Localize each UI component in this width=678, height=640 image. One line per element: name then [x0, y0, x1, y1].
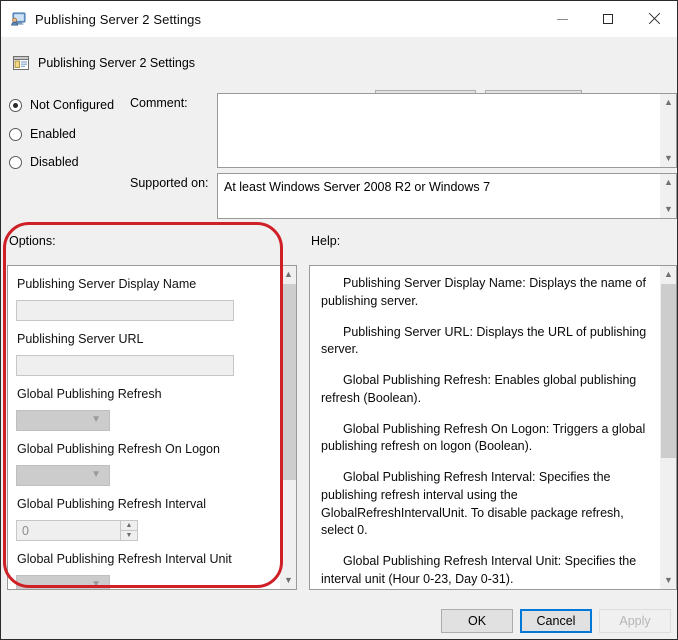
option-label-global-refresh-logon: Global Publishing Refresh On Logon: [17, 442, 220, 456]
help-text: Publishing Server Display Name: Displays…: [310, 266, 659, 589]
global-publishing-refresh-on-logon-combo[interactable]: ▼: [16, 465, 110, 486]
option-label-refresh-interval-unit: Global Publishing Refresh Interval Unit: [17, 552, 232, 566]
help-paragraph: Global Publishing Refresh On Logon: Trig…: [321, 421, 647, 457]
global-publishing-refresh-interval-unit-combo[interactable]: ▼: [16, 575, 110, 589]
maximize-button[interactable]: [585, 1, 631, 37]
spinner-buttons[interactable]: ▲ ▼: [120, 521, 137, 540]
help-scroll-thumb[interactable]: [661, 284, 676, 458]
chevron-up-icon[interactable]: ▲: [660, 266, 677, 283]
radio-not-configured-label: Not Configured: [30, 98, 114, 112]
chevron-down-icon: ▼: [91, 415, 101, 425]
radio-disabled-mark: [9, 156, 22, 169]
option-label-global-refresh: Global Publishing Refresh: [17, 387, 162, 401]
spinner-down-icon[interactable]: ▼: [121, 531, 137, 540]
caption-buttons: [539, 1, 677, 37]
comment-textarea[interactable]: ▲ ▼: [217, 93, 677, 168]
option-label-display-name: Publishing Server Display Name: [17, 277, 196, 291]
chevron-down-icon: ▼: [91, 470, 101, 480]
help-pane-inner: Publishing Server Display Name: Displays…: [310, 266, 659, 589]
comment-scrollbar[interactable]: ▲ ▼: [659, 94, 676, 167]
help-pane: Publishing Server Display Name: Displays…: [309, 265, 677, 590]
radio-not-configured[interactable]: Not Configured: [9, 98, 114, 112]
cancel-button[interactable]: Cancel: [520, 609, 592, 633]
chevron-down-icon[interactable]: ▼: [660, 572, 677, 589]
options-pane: Publishing Server Display Name Publishin…: [7, 265, 297, 590]
chevron-up-icon[interactable]: ▲: [660, 174, 677, 191]
help-paragraph: Global Publishing Refresh: Enables globa…: [321, 372, 647, 408]
chevron-down-icon: ▼: [91, 580, 101, 589]
window-title: Publishing Server 2 Settings: [35, 12, 201, 27]
option-label-refresh-interval: Global Publishing Refresh Interval: [17, 497, 206, 511]
help-paragraph: Global Publishing Refresh Interval: Spec…: [321, 469, 647, 540]
monitor-user-icon: [10, 11, 26, 27]
maximize-icon: [603, 14, 613, 24]
ok-button[interactable]: OK: [441, 609, 513, 633]
option-label-server-url: Publishing Server URL: [17, 332, 143, 346]
apply-button: Apply: [599, 609, 671, 633]
setting-title: Publishing Server 2 Settings: [38, 56, 195, 70]
help-pane-scrollbar[interactable]: ▲ ▼: [659, 266, 676, 589]
title-bar: Publishing Server 2 Settings: [1, 1, 677, 37]
chevron-up-icon[interactable]: ▲: [660, 94, 677, 111]
publishing-server-display-name-input[interactable]: [16, 300, 234, 321]
supported-on-value: At least Windows Server 2008 R2 or Windo…: [218, 174, 676, 201]
radio-disabled-label: Disabled: [30, 155, 79, 169]
radio-not-configured-mark: [9, 99, 22, 112]
options-scroll-thumb[interactable]: [281, 284, 296, 480]
spinner-up-icon[interactable]: ▲: [121, 521, 137, 530]
radio-enabled-label: Enabled: [30, 127, 76, 141]
global-publishing-refresh-combo[interactable]: ▼: [16, 410, 110, 431]
chevron-down-icon[interactable]: ▼: [280, 572, 297, 589]
close-button[interactable]: [631, 1, 677, 37]
help-paragraph: Publishing Server Display Name: Displays…: [321, 275, 647, 311]
radio-disabled[interactable]: Disabled: [9, 155, 79, 169]
setting-header: Publishing Server 2 Settings Previous Se…: [1, 37, 677, 93]
publishing-server-url-input[interactable]: [16, 355, 234, 376]
radio-enabled[interactable]: Enabled: [9, 127, 76, 141]
minimize-icon: [557, 19, 568, 20]
minimize-button[interactable]: [539, 1, 585, 37]
comment-value: [218, 94, 676, 104]
supported-on-scrollbar[interactable]: ▲ ▼: [659, 174, 676, 218]
options-pane-label: Options:: [9, 234, 56, 248]
help-paragraph: Publishing Server URL: Displays the URL …: [321, 324, 647, 360]
help-paragraph: Global Publishing Refresh Interval Unit:…: [321, 553, 647, 589]
close-icon: [647, 12, 661, 26]
global-publishing-refresh-interval-spinner[interactable]: 0 ▲ ▼: [16, 520, 138, 541]
supported-on-label: Supported on:: [130, 176, 209, 190]
policy-setting-icon: [12, 54, 30, 72]
chevron-down-icon[interactable]: ▼: [660, 150, 677, 167]
comment-label: Comment:: [130, 96, 188, 110]
chevron-up-icon[interactable]: ▲: [280, 266, 297, 283]
chevron-down-icon[interactable]: ▼: [660, 201, 677, 218]
options-pane-inner: Publishing Server Display Name Publishin…: [8, 266, 279, 589]
supported-on-textarea: At least Windows Server 2008 R2 or Windo…: [217, 173, 677, 219]
publishing-server-settings-dialog: Publishing Server 2 Settings: [0, 0, 678, 640]
refresh-interval-value: 0: [22, 524, 29, 538]
help-pane-label: Help:: [311, 234, 340, 248]
options-pane-scrollbar[interactable]: ▲ ▼: [279, 266, 296, 589]
radio-enabled-mark: [9, 128, 22, 141]
